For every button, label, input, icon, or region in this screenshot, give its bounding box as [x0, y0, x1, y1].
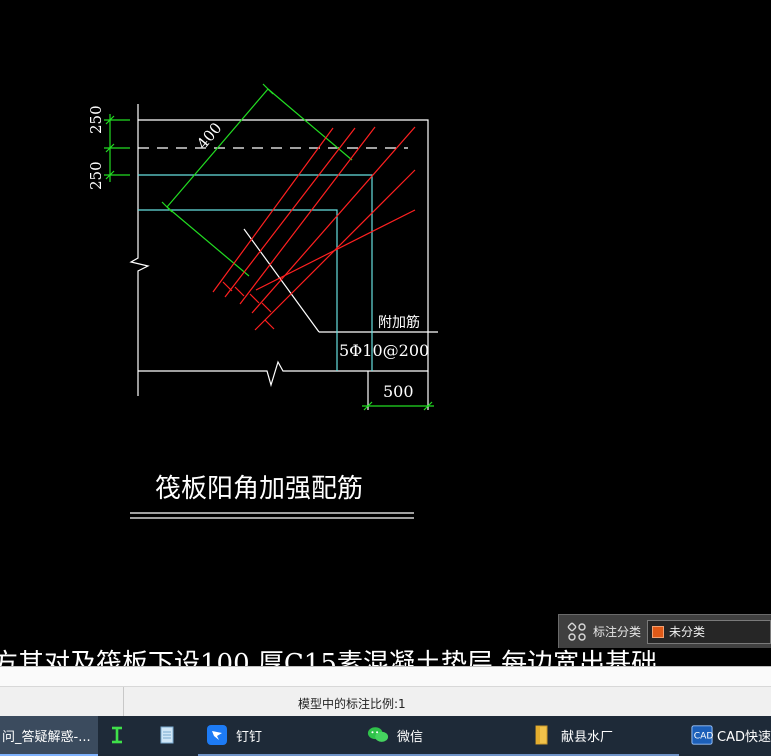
- selected-category: 未分类: [669, 625, 706, 639]
- rebar-label: 附加筋: [378, 314, 420, 331]
- taskbar-item-label: 献县水厂: [561, 729, 614, 745]
- category-grid-icon[interactable]: [567, 622, 587, 642]
- annotation-category-select[interactable]: 未分类: [647, 619, 771, 644]
- notepad-icon: [156, 724, 178, 746]
- rebar-spacing-label: 5Φ10@200: [339, 341, 429, 360]
- category-color-swatch: [652, 625, 665, 638]
- taskbar-item-wechat[interactable]: 微信: [353, 716, 519, 756]
- annotation-category-panel: 标注分类 未分类: [558, 614, 771, 648]
- taskbar-item-notepad[interactable]: [144, 716, 198, 756]
- text-cursor-icon: [106, 724, 128, 746]
- drawing-title: 筏板阳角加强配筋: [155, 474, 363, 504]
- status-bar: 模型中的标注比例:1: [0, 666, 771, 717]
- svg-text:CAD: CAD: [694, 731, 713, 742]
- raft-outline: [129, 104, 438, 519]
- taskbar-item-dingtalk[interactable]: 钉钉: [198, 716, 353, 756]
- dim-text-right: 500: [383, 382, 414, 401]
- annotation-category-label: 标注分类: [593, 625, 642, 639]
- taskbar-item-label: 问_答疑解惑-...: [2, 729, 91, 745]
- dim-text-mid: 250: [87, 161, 105, 190]
- annotation-scale-text: 模型中的标注比例:1: [298, 697, 406, 711]
- taskbar: 问_答疑解惑-... 钉钉 微信 献县水厂 CAD CAD快速: [0, 716, 771, 756]
- taskbar-item-label: 钉钉: [236, 729, 263, 745]
- rebar-outline: [138, 174, 373, 371]
- corner-rebars: [212, 126, 416, 331]
- status-gap: [0, 667, 771, 687]
- taskbar-item-forum[interactable]: 问_答疑解惑-...: [0, 716, 98, 756]
- folder-icon: [531, 724, 553, 746]
- taskbar-item-editor[interactable]: [98, 716, 144, 756]
- cad-app-icon: CAD: [691, 724, 713, 746]
- dim-text-top: 250: [87, 105, 105, 134]
- taskbar-item-label: 微信: [397, 729, 424, 745]
- taskbar-item-folder[interactable]: 献县水厂: [519, 716, 679, 756]
- dingtalk-icon: [206, 724, 228, 746]
- status-left-cell: [0, 687, 124, 717]
- dimension-lines: [104, 83, 434, 411]
- taskbar-item-cad[interactable]: CAD CAD快速: [679, 716, 771, 756]
- cad-drawing-canvas[interactable]: 250 250 400 500 附加筋 5Φ10@200 筏板阳角加强配筋 方其…: [0, 0, 771, 666]
- wechat-icon: [367, 724, 389, 746]
- command-text: 方其对及筏板下设100 厚C15素混凝土垫层,每边宽出基础: [0, 649, 657, 666]
- taskbar-item-label: CAD快速: [717, 729, 771, 745]
